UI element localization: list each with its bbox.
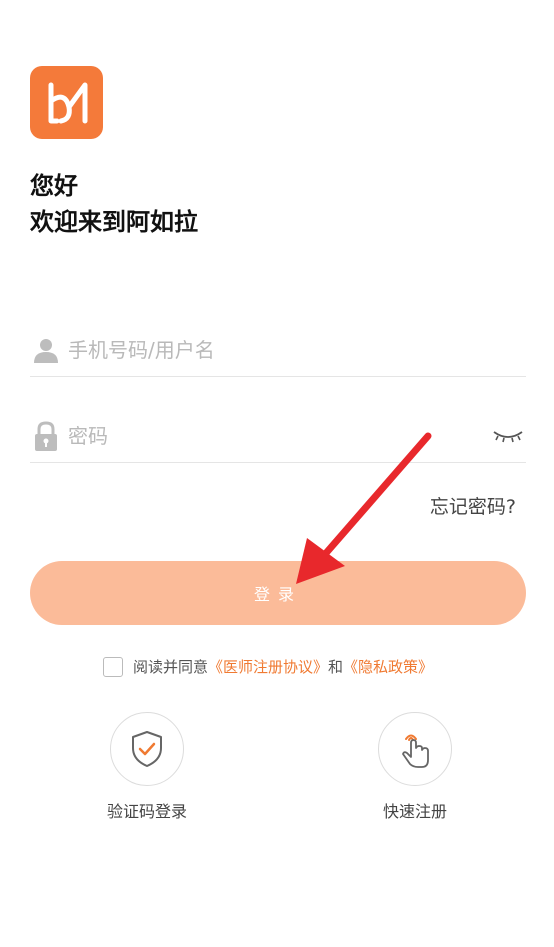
username-input[interactable] — [68, 338, 526, 362]
doctor-agreement-link[interactable]: 《医师注册协议》 — [208, 656, 328, 677]
eye-closed-icon[interactable] — [490, 424, 526, 448]
agreement-row: 阅读并同意 《医师注册协议》 和 《隐私政策》 — [103, 656, 433, 677]
forgot-password-link[interactable]: 忘记密码? — [430, 492, 516, 519]
username-field — [30, 324, 526, 377]
password-field — [30, 410, 526, 463]
sms-login-label: 验证码登录 — [106, 802, 187, 821]
sms-login-option[interactable]: 验证码登录 — [77, 712, 217, 822]
app-logo — [30, 66, 103, 139]
tap-hand-icon — [402, 734, 429, 768]
password-input[interactable] — [68, 424, 490, 448]
greeting-line-2: 欢迎来到阿如拉 — [30, 208, 198, 236]
quick-register-circle[interactable] — [378, 712, 452, 786]
agreement-checkbox[interactable] — [103, 656, 123, 677]
shield-check-icon — [132, 731, 162, 767]
app-logo-icon — [48, 82, 87, 123]
lock-icon — [30, 420, 62, 452]
sms-login-circle[interactable] — [110, 712, 184, 786]
quick-register-option[interactable]: 快速注册 — [345, 712, 485, 822]
user-icon — [30, 334, 62, 366]
login-button[interactable]: 登录 — [30, 561, 526, 625]
agreement-and: 和 — [328, 658, 344, 676]
agreement-prefix: 阅读并同意 — [133, 658, 209, 676]
welcome-heading: 您好 欢迎来到阿如拉 — [30, 168, 198, 240]
greeting-line-1: 您好 — [30, 172, 78, 200]
quick-register-label: 快速注册 — [382, 802, 447, 821]
privacy-policy-link[interactable]: 《隐私政策》 — [343, 656, 433, 677]
